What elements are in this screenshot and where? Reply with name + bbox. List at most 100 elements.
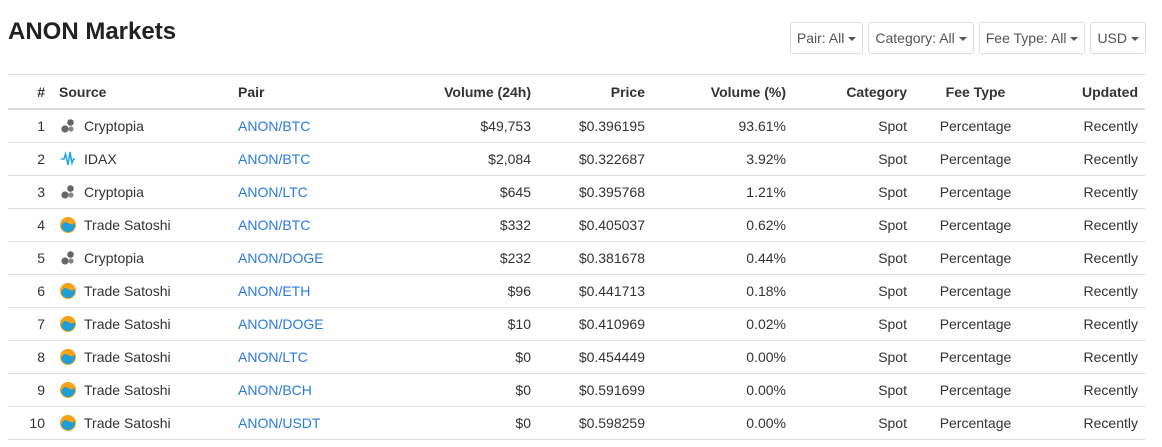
updated-cell: Recently xyxy=(1037,373,1145,407)
source-name[interactable]: IDAX xyxy=(84,151,117,167)
cryptopia-icon xyxy=(59,250,76,267)
rank-cell: 9 xyxy=(8,373,52,407)
volume-pct-cell: 0.00% xyxy=(652,373,793,407)
updated-cell: Recently xyxy=(1037,307,1145,341)
pair-cell: ANON/LTC xyxy=(231,340,394,374)
pair-cell: ANON/DOGE xyxy=(231,241,394,275)
price-cell: $0.454449 xyxy=(538,340,652,374)
volume-pct-cell: 0.62% xyxy=(652,208,793,242)
header-fee-type[interactable]: Fee Type xyxy=(914,74,1037,110)
cryptopia-icon xyxy=(59,184,76,201)
pair-cell: ANON/DOGE xyxy=(231,307,394,341)
rank-cell: 3 xyxy=(8,175,52,209)
source-cell: Trade Satoshi xyxy=(52,373,231,407)
tradesatoshi-icon xyxy=(59,217,76,234)
fee-type-filter-dropdown[interactable]: Fee Type: All xyxy=(978,22,1086,54)
updated-cell: Recently xyxy=(1037,406,1145,440)
pair-link[interactable]: ANON/BTC xyxy=(238,118,310,134)
volume-cell: $2,084 xyxy=(394,142,538,176)
rank-cell: 1 xyxy=(8,109,52,143)
category-cell: Spot xyxy=(793,373,914,407)
pair-link[interactable]: ANON/ETH xyxy=(238,283,310,299)
pair-link[interactable]: ANON/LTC xyxy=(238,184,308,200)
header-category[interactable]: Category xyxy=(793,74,914,110)
category-cell: Spot xyxy=(793,208,914,242)
header-rank[interactable]: # xyxy=(8,74,52,110)
source-name[interactable]: Cryptopia xyxy=(84,250,144,266)
volume-pct-cell: 0.00% xyxy=(652,340,793,374)
source-name[interactable]: Trade Satoshi xyxy=(84,217,171,233)
source-cell: IDAX xyxy=(52,142,231,176)
tradesatoshi-icon xyxy=(59,283,76,300)
price-cell: $0.395768 xyxy=(538,175,652,209)
header-price[interactable]: Price xyxy=(538,74,652,110)
pair-cell: ANON/BTC xyxy=(231,208,394,242)
category-filter-dropdown[interactable]: Category: All xyxy=(868,22,974,54)
fee-type-cell: Percentage xyxy=(914,406,1037,440)
source-name[interactable]: Trade Satoshi xyxy=(84,382,171,398)
markets-table: # Source Pair Volume (24h) Price Volume … xyxy=(8,74,1145,440)
rank-cell: 4 xyxy=(8,208,52,242)
category-cell: Spot xyxy=(793,340,914,374)
tradesatoshi-icon xyxy=(59,316,76,333)
price-cell: $0.410969 xyxy=(538,307,652,341)
volume-cell: $0 xyxy=(394,340,538,374)
idax-icon xyxy=(59,151,76,168)
cryptopia-icon xyxy=(59,118,76,135)
pair-link[interactable]: ANON/BTC xyxy=(238,151,310,167)
pair-filter-dropdown[interactable]: Pair: All xyxy=(789,22,864,54)
category-cell: Spot xyxy=(793,175,914,209)
pair-link[interactable]: ANON/DOGE xyxy=(238,316,324,332)
price-cell: $0.405037 xyxy=(538,208,652,242)
category-cell: Spot xyxy=(793,307,914,341)
price-cell: $0.598259 xyxy=(538,406,652,440)
source-name[interactable]: Trade Satoshi xyxy=(84,415,171,431)
updated-cell: Recently xyxy=(1037,274,1145,308)
header-volume-pct[interactable]: Volume (%) xyxy=(652,74,793,110)
pair-link[interactable]: ANON/LTC xyxy=(238,349,308,365)
pair-link[interactable]: ANON/DOGE xyxy=(238,250,324,266)
source-name[interactable]: Cryptopia xyxy=(84,118,144,134)
fee-type-cell: Percentage xyxy=(914,241,1037,275)
header-volume[interactable]: Volume (24h) xyxy=(394,74,538,110)
pair-link[interactable]: ANON/USDT xyxy=(238,415,320,431)
volume-cell: $49,753 xyxy=(394,109,538,143)
table-row: 4 Trade Satoshi ANON/BTC $332 $0.405037 0.62%… xyxy=(8,208,1145,242)
header-updated[interactable]: Updated xyxy=(1037,74,1145,110)
updated-cell: Recently xyxy=(1037,241,1145,275)
caret-down-icon xyxy=(1070,37,1079,41)
caret-down-icon xyxy=(1131,37,1139,41)
source-name[interactable]: Trade Satoshi xyxy=(84,283,171,299)
rank-cell: 2 xyxy=(8,142,52,176)
currency-dropdown[interactable]: USD xyxy=(1090,22,1146,54)
updated-cell: Recently xyxy=(1037,208,1145,242)
source-name[interactable]: Trade Satoshi xyxy=(84,316,171,332)
price-cell: $0.381678 xyxy=(538,241,652,275)
tradesatoshi-icon xyxy=(59,349,76,366)
updated-cell: Recently xyxy=(1037,142,1145,176)
volume-pct-cell: 0.00% xyxy=(652,406,793,440)
table-row: 5 Cryptopia ANON/DOGE $232 $0.381678 0.44% Spo… xyxy=(8,241,1145,275)
tradesatoshi-icon xyxy=(59,415,76,432)
pair-link[interactable]: ANON/BCH xyxy=(238,382,312,398)
fee-type-cell: Percentage xyxy=(914,142,1037,176)
source-name[interactable]: Cryptopia xyxy=(84,184,144,200)
header-source[interactable]: Source xyxy=(52,74,231,110)
source-cell: Trade Satoshi xyxy=(52,274,231,308)
source-name[interactable]: Trade Satoshi xyxy=(84,349,171,365)
price-cell: $0.441713 xyxy=(538,274,652,308)
fee-type-cell: Percentage xyxy=(914,208,1037,242)
source-cell: Cryptopia xyxy=(52,109,231,143)
source-cell: Trade Satoshi xyxy=(52,208,231,242)
pair-cell: ANON/BTC xyxy=(231,109,394,143)
volume-cell: $0 xyxy=(394,406,538,440)
page-title: ANON Markets xyxy=(8,18,177,45)
price-cell: $0.322687 xyxy=(538,142,652,176)
pair-link[interactable]: ANON/BTC xyxy=(238,217,310,233)
pair-cell: ANON/BTC xyxy=(231,142,394,176)
volume-cell: $232 xyxy=(394,241,538,275)
header-pair[interactable]: Pair xyxy=(231,74,394,110)
source-cell: Trade Satoshi xyxy=(52,307,231,341)
volume-pct-cell: 1.21% xyxy=(652,175,793,209)
caret-down-icon xyxy=(848,37,857,41)
